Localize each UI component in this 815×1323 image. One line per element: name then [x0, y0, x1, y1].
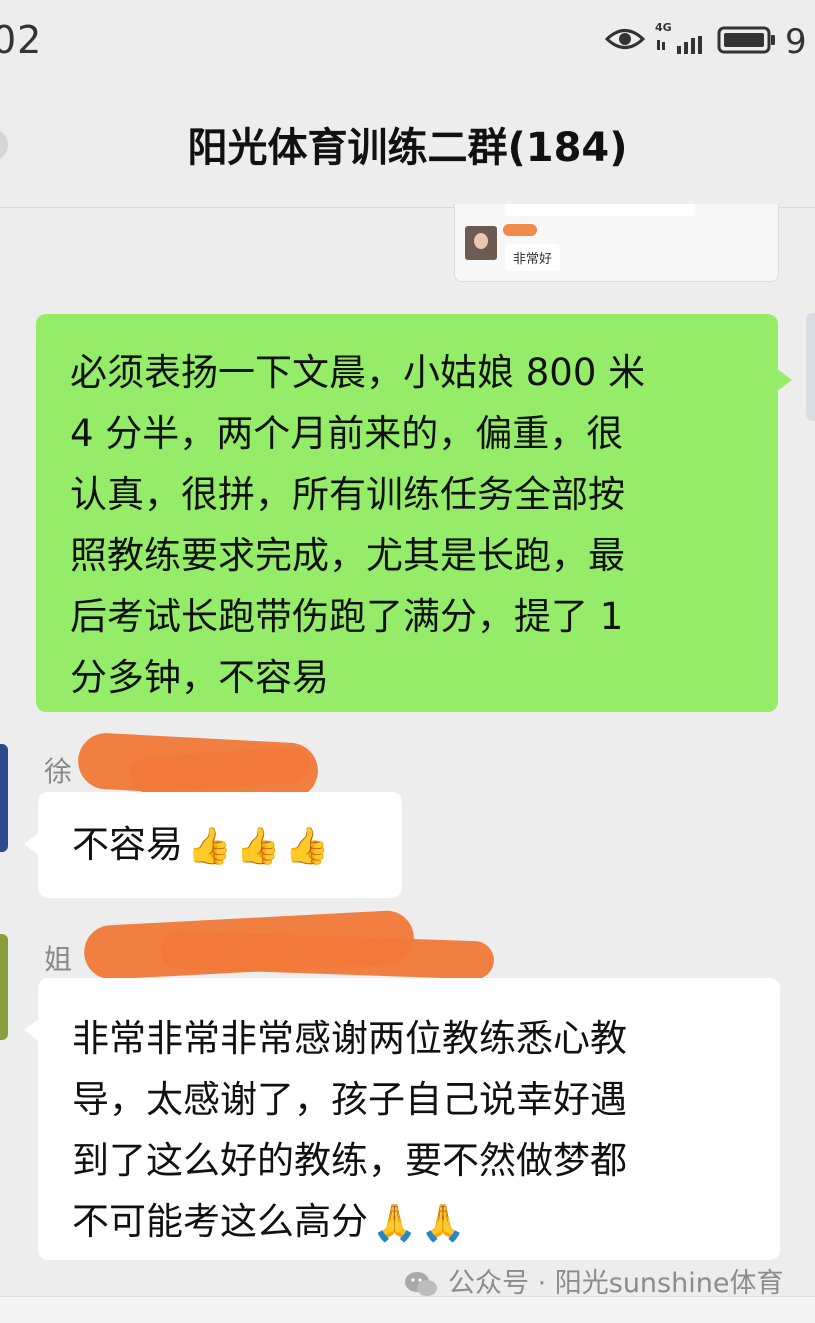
watermark-text: 公众号 · 阳光sunshine体育 — [448, 1268, 784, 1299]
message-bubble-other[interactable]: 不容易 👍 👍 👍 — [24, 792, 402, 898]
sender-name: 姐 — [44, 938, 72, 978]
input-bar[interactable] — [0, 1296, 815, 1323]
sender-name-visible: 徐 — [44, 755, 73, 788]
self-avatar[interactable] — [806, 313, 815, 421]
signal-icon: 4G — [655, 22, 707, 54]
avatar[interactable] — [465, 226, 497, 260]
battery-percent: 9 — [785, 22, 807, 62]
card-cutoff-strip — [505, 204, 695, 216]
previous-message-card[interactable]: 非常好 — [454, 204, 779, 282]
message-text: 非常非常非常感谢两位教练悉心教 导，太感谢了，孩子自己说幸好遇 到了这么好的教练… — [72, 1017, 627, 1243]
thumbs-up-icon: 👍 — [235, 825, 281, 867]
avatar[interactable] — [0, 744, 8, 852]
card-reply-text: 非常好 — [505, 244, 561, 271]
sender-name-visible: 姐 — [44, 943, 73, 976]
folded-hands-icon: 🙏 — [420, 1202, 466, 1244]
wechat-icon — [405, 1271, 437, 1296]
watermark: 公众号 · 阳光sunshine体育 — [404, 1261, 783, 1301]
redacted-name — [503, 224, 537, 236]
thumbs-up-icon: 👍 — [187, 825, 232, 867]
chat-header: 阳光体育训练二群(184) — [0, 85, 815, 208]
battery-icon — [717, 26, 775, 54]
status-time: 02 — [0, 18, 43, 62]
chat-title: 阳光体育训练二群(184) — [187, 125, 628, 171]
status-icons: 4G 9 — [605, 20, 815, 62]
thumbs-up-icon: 👍 — [284, 825, 330, 867]
eye-icon — [605, 29, 645, 49]
avatar-face — [474, 233, 488, 249]
message-bubble-self[interactable]: 必须表扬一下文晨，小姑娘 800 米 4 分半，两个月前来的，偏重，很 认真，很… — [36, 314, 792, 712]
folded-hands-icon: 🙏 — [372, 1202, 417, 1244]
avatar[interactable] — [0, 934, 8, 1040]
network-type: 4G — [655, 21, 672, 34]
status-bar: 02 4G 9 — [0, 0, 815, 85]
message-bubble-other[interactable]: 非常非常非常感谢两位教练悉心教 导，太感谢了，孩子自己说幸好遇 到了这么好的教练… — [24, 978, 780, 1260]
sender-name: 徐 — [44, 750, 72, 790]
message-text: 不容易 — [72, 823, 183, 866]
message-text: 必须表扬一下文晨，小姑娘 800 米 4 分半，两个月前来的，偏重，很 认真，很… — [70, 351, 646, 699]
